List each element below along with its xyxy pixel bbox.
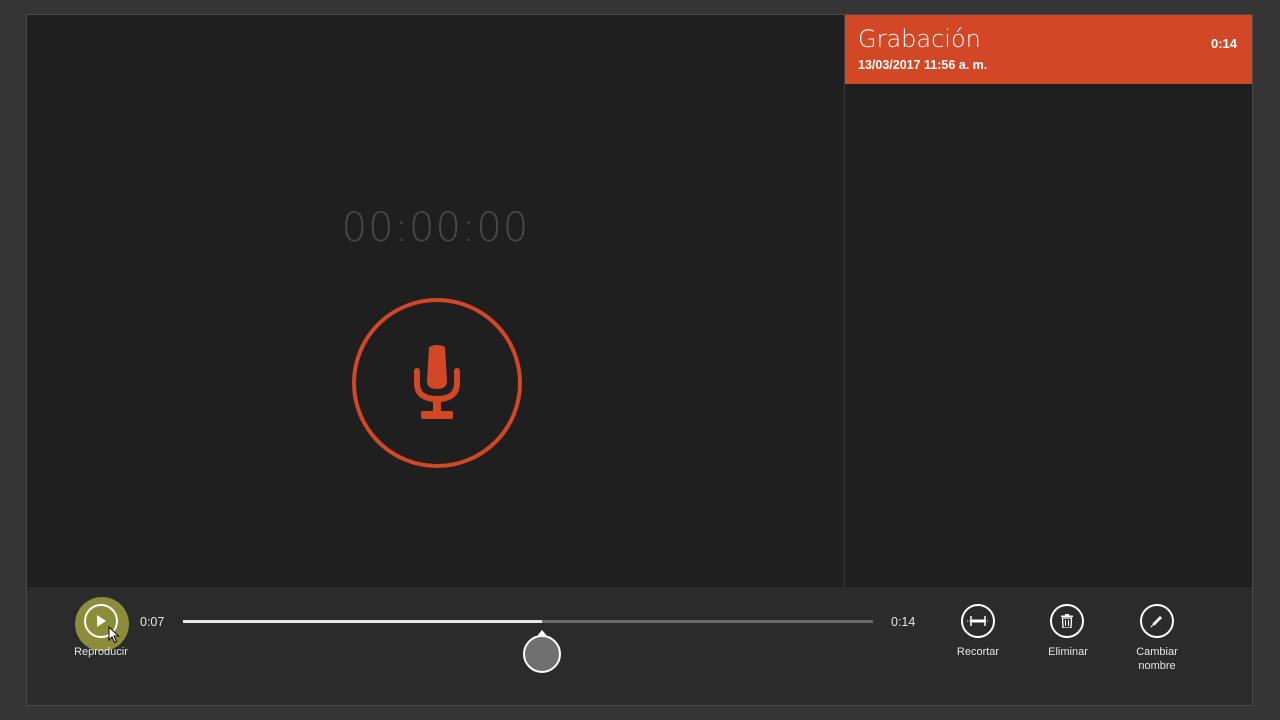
delete-button[interactable] (1050, 604, 1084, 638)
recordings-list: Grabación 13/03/2017 11:56 a. m. 0:14 (844, 15, 1252, 587)
rename-label: Cambiar nombre (1112, 645, 1202, 673)
rename-button[interactable] (1140, 604, 1174, 638)
recording-duration: 0:14 (1210, 36, 1237, 51)
play-label: Reproducir (74, 646, 128, 658)
recording-title: Grabación (858, 25, 981, 53)
trim-icon (967, 616, 989, 626)
microphone-icon (414, 345, 460, 419)
record-button[interactable] (352, 298, 522, 468)
playback-app-bar: Reproducir 0:07 0:14 Recortar Eliminar C… (27, 587, 1252, 705)
seek-bar-progress (183, 620, 542, 623)
current-time: 0:07 (140, 615, 165, 629)
trash-icon (1061, 614, 1073, 628)
recording-date: 13/03/2017 11:56 a. m. (858, 58, 988, 72)
seek-bar[interactable] (183, 620, 873, 623)
trim-label: Recortar (956, 646, 1000, 658)
trim-button[interactable] (961, 604, 995, 638)
rename-label-line2: nombre (1138, 660, 1176, 672)
recording-list-item[interactable]: Grabación 13/03/2017 11:56 a. m. 0:14 (845, 15, 1252, 84)
pencil-icon (1150, 616, 1162, 628)
seek-thumb[interactable] (522, 635, 561, 673)
recorder-main-pane: 00:00:00 (27, 15, 844, 587)
mouse-cursor-icon (108, 626, 120, 644)
play-icon (97, 615, 106, 627)
recording-timer: 00:00:00 (341, 205, 530, 251)
total-time: 0:14 (891, 615, 916, 629)
rename-label-line1: Cambiar (1136, 646, 1178, 658)
delete-label: Eliminar (1048, 646, 1088, 658)
sound-recorder-window: 00:00:00 Grabación 13/03/2017 11:56 a. m… (26, 14, 1253, 706)
